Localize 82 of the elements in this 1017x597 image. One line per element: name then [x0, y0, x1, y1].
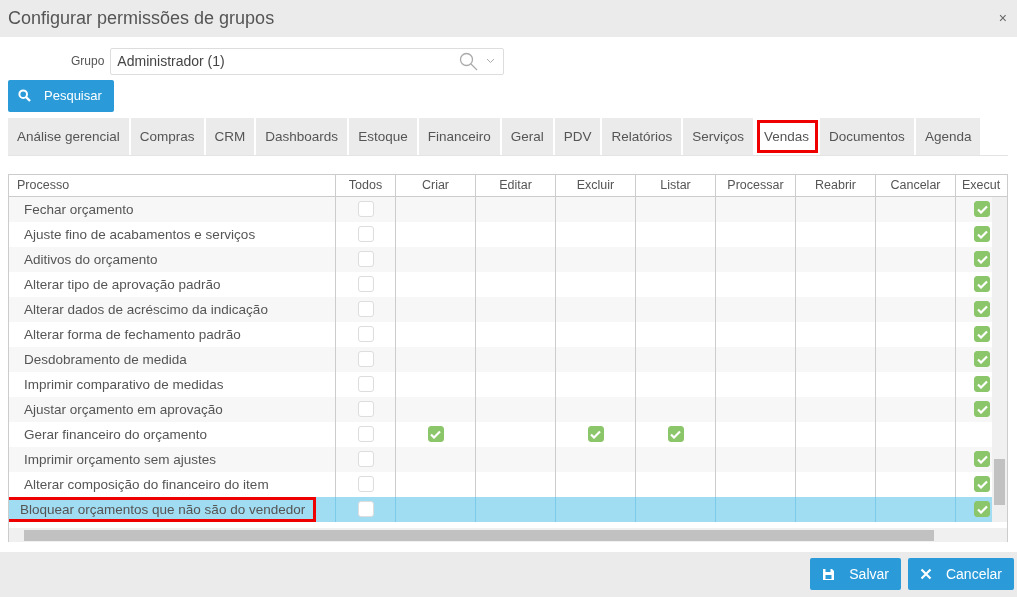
process-label: Gerar financeiro do orçamento — [23, 425, 209, 444]
tab[interactable]: Geral — [501, 117, 555, 155]
table-row[interactable]: Fechar orçamento — [9, 196, 992, 222]
checkbox[interactable] — [357, 376, 374, 393]
checkbox[interactable] — [357, 301, 374, 318]
tab[interactable]: Vendas — [755, 117, 821, 155]
search-icon[interactable] — [459, 51, 479, 71]
tab[interactable]: Agenda — [915, 117, 983, 155]
tab[interactable]: Estoque — [349, 117, 419, 155]
checkbox[interactable] — [974, 476, 990, 493]
column-header: Processo — [9, 174, 336, 196]
tab[interactable]: CRM — [205, 117, 257, 155]
column-header: Excluir — [556, 174, 636, 196]
tab[interactable]: Serviços — [683, 117, 756, 155]
tab[interactable]: Dashboards — [256, 117, 350, 155]
checkbox[interactable] — [974, 451, 990, 468]
process-label: Desdobramento de medida — [23, 350, 188, 369]
column-header: Listar — [636, 174, 716, 196]
checkbox[interactable] — [357, 326, 374, 343]
search-icon — [18, 89, 31, 103]
chevron-down-icon[interactable] — [486, 58, 496, 65]
process-label: Alterar composição do financeiro do item — [23, 475, 270, 494]
checkbox[interactable] — [974, 326, 990, 343]
checkbox[interactable] — [357, 351, 374, 368]
column-header: Criar — [396, 174, 476, 196]
tab[interactable]: Financeiro — [418, 117, 502, 155]
process-label: Fechar orçamento — [23, 200, 135, 219]
table-row[interactable]: Aditivos do orçamento — [9, 246, 992, 272]
checkbox[interactable] — [357, 276, 374, 293]
checkbox[interactable] — [974, 251, 990, 268]
process-label: Imprimir comparativo de medidas — [23, 375, 225, 394]
tab[interactable]: PDV — [554, 117, 603, 155]
checkbox[interactable] — [974, 276, 990, 293]
process-label: Alterar tipo de aprovação padrão — [23, 275, 222, 294]
checkbox[interactable] — [357, 251, 374, 268]
checkbox[interactable] — [974, 351, 990, 368]
checkbox[interactable] — [974, 376, 990, 393]
column-header: Editar — [476, 174, 556, 196]
column-header: Processar — [716, 174, 796, 196]
table-row[interactable]: Desdobramento de medida — [9, 346, 992, 372]
checkbox[interactable] — [357, 401, 374, 418]
select-value: Administrador (1) — [117, 53, 226, 70]
process-label: Ajustar orçamento em aprovação — [23, 400, 224, 419]
column-header: Reabrir — [796, 174, 876, 196]
checkbox[interactable] — [357, 476, 374, 493]
table-row[interactable]: Alterar dados de acréscimo da indicação — [9, 296, 992, 322]
field-label: Grupo — [71, 54, 105, 69]
checkbox[interactable] — [427, 426, 444, 443]
process-label: Ajuste fino de acabamentos e serviços — [23, 225, 257, 244]
close-icon — [919, 568, 932, 581]
horizontal-scrollbar[interactable] — [9, 527, 1007, 542]
close-button[interactable]: × — [996, 10, 1009, 27]
window-title: Configurar permissões de grupos — [8, 7, 275, 29]
process-label: Bloquear orçamentos que não são do vendedor — [9, 499, 314, 519]
process-label: Imprimir orçamento sem ajustes — [23, 450, 218, 469]
checkbox[interactable] — [974, 226, 990, 243]
group-select[interactable]: Administrador (1) — [110, 47, 505, 75]
checkbox[interactable] — [357, 226, 374, 243]
process-label: Alterar dados de acréscimo da indicação — [23, 300, 269, 319]
process-label: Aditivos do orçamento — [23, 250, 159, 269]
checkbox[interactable] — [587, 426, 604, 443]
table-row[interactable]: Bloquear orçamentos que não são do vendedor — [9, 496, 992, 522]
checkbox[interactable] — [974, 201, 990, 218]
table-row[interactable]: Imprimir orçamento sem ajustes — [9, 446, 992, 472]
checkbox[interactable] — [357, 426, 374, 443]
column-header: Cancelar — [876, 174, 956, 196]
tab[interactable]: Compras — [130, 117, 206, 155]
vertical-scrollbar[interactable] — [992, 196, 1007, 522]
checkbox[interactable] — [357, 201, 374, 218]
tab[interactable]: Documentos — [820, 117, 916, 155]
checkbox[interactable] — [974, 401, 990, 418]
checkbox[interactable] — [667, 426, 684, 443]
table-row[interactable]: Ajustar orçamento em aprovação — [9, 396, 992, 422]
checkbox[interactable] — [974, 501, 990, 518]
checkbox[interactable] — [357, 501, 374, 518]
column-header: Todos — [336, 174, 396, 196]
process-label: Alterar forma de fechamento padrão — [23, 325, 242, 344]
checkbox[interactable] — [357, 451, 374, 468]
tab[interactable]: Análise gerencial — [8, 117, 131, 155]
checkbox[interactable] — [974, 301, 990, 318]
tab[interactable]: Relatórios — [602, 117, 684, 155]
column-header: Execut — [961, 177, 1002, 195]
